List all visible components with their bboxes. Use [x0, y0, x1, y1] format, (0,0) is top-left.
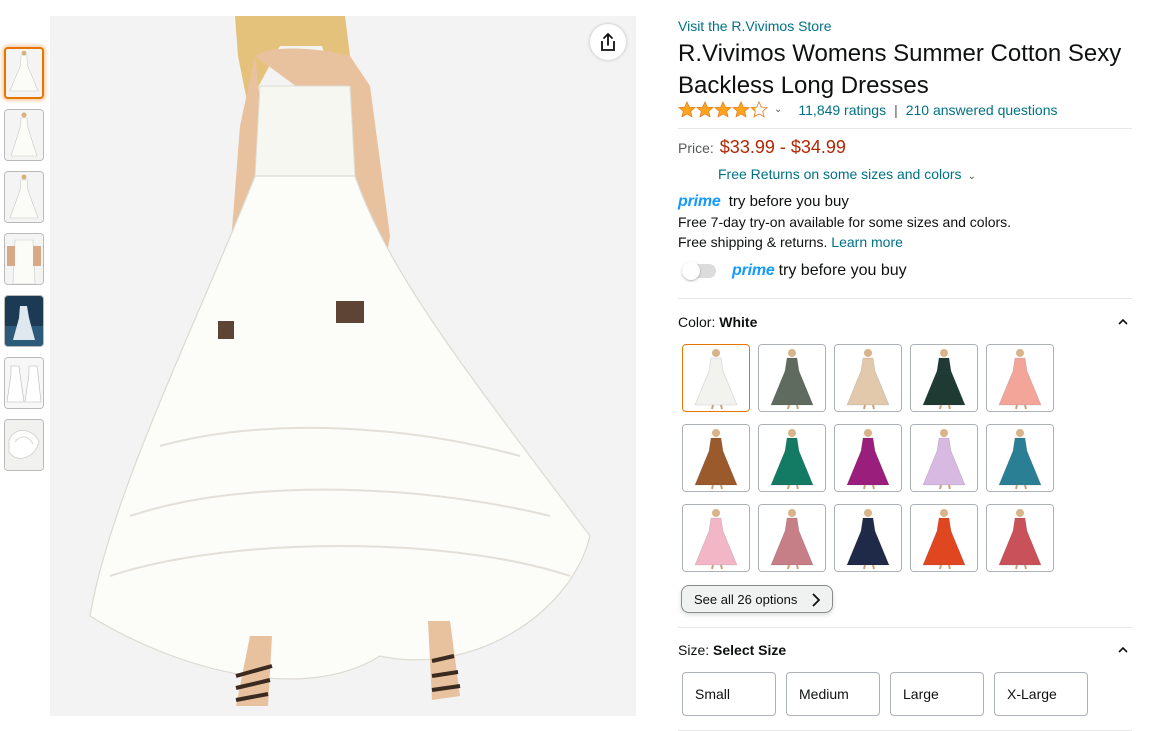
price-row: Price: $33.99 - $34.99 [678, 137, 846, 158]
separator: | [894, 101, 898, 118]
shipping-text: Free shipping & returns. Learn more [678, 234, 903, 250]
questions-link[interactable]: 210 answered questions [906, 102, 1058, 118]
color-label: Color: [678, 314, 716, 330]
color-heading: Color: White [678, 314, 757, 330]
color-swatch-coral-pink[interactable] [986, 344, 1054, 412]
share-button[interactable] [590, 24, 626, 60]
size-option-medium[interactable]: Medium [786, 672, 880, 716]
thumbnail-3[interactable] [4, 171, 44, 223]
star-empty-icon [750, 101, 768, 118]
thumbnail-strip [4, 47, 44, 481]
color-swatch-beige[interactable] [834, 344, 902, 412]
star-icon [678, 101, 696, 118]
color-swatch-white[interactable] [682, 344, 750, 412]
size-option-large[interactable]: Large [890, 672, 984, 716]
swatch-image [987, 345, 1053, 411]
color-swatch-dark-green[interactable] [910, 344, 978, 412]
swatch-image [987, 425, 1053, 491]
share-icon [601, 32, 615, 51]
see-all-options-button[interactable]: See all 26 options [681, 585, 833, 613]
toggle-knob [682, 262, 700, 280]
chevron-down-icon[interactable]: ⌄ [774, 104, 782, 115]
color-swatch-green[interactable] [758, 424, 826, 492]
color-swatch-lavender[interactable] [910, 424, 978, 492]
size-option-small[interactable]: Small [682, 672, 776, 716]
shipping-label: Free shipping & returns. [678, 234, 828, 250]
size-label: Size: [678, 642, 710, 658]
swatch-image [911, 505, 977, 571]
swatch-image [683, 505, 749, 571]
toggle-label: try before you buy [778, 262, 907, 279]
price-value: $33.99 - $34.99 [719, 137, 846, 157]
size-option-x-large[interactable]: X-Large [994, 672, 1088, 716]
chevron-right-icon [812, 593, 820, 607]
prime-toggle-row: prime try before you buy [682, 262, 907, 280]
see-all-label: See all 26 options [694, 591, 798, 607]
selected-size: Select Size [713, 642, 787, 658]
color-swatch-red-orange[interactable] [910, 504, 978, 572]
swatch-image [759, 345, 825, 411]
prime-logo: prime [678, 193, 721, 210]
divider [678, 298, 1132, 299]
star-icon [732, 101, 750, 118]
thumbnail-6[interactable] [4, 357, 44, 409]
collapse-icon[interactable] [1118, 645, 1128, 655]
prime-tagline: try before you buy [728, 193, 849, 210]
swatch-image [911, 345, 977, 411]
collapse-icon[interactable] [1118, 317, 1128, 327]
ratings-link[interactable]: 11,849 ratings [798, 102, 886, 118]
prime-heading: prime try before you buy [678, 193, 849, 211]
color-swatch-teal-blue[interactable] [986, 424, 1054, 492]
thumbnail-1[interactable] [4, 47, 44, 99]
color-swatch-grey-green[interactable] [758, 344, 826, 412]
learn-more-link[interactable]: Learn more [831, 234, 903, 250]
thumbnail-7[interactable] [4, 419, 44, 471]
swatch-image [835, 425, 901, 491]
swatch-image [835, 345, 901, 411]
selected-color: White [719, 314, 758, 330]
prime-try-toggle[interactable] [682, 262, 716, 280]
divider [678, 627, 1132, 628]
product-title: R.Vivimos Womens Summer Cotton Sexy Back… [678, 40, 1122, 99]
color-swatch-purple[interactable] [834, 424, 902, 492]
size-options: Small Medium Large X-Large [682, 672, 1098, 716]
color-swatch-rose-red[interactable] [986, 504, 1054, 572]
try-on-text: Free 7-day try-on available for some siz… [678, 214, 1012, 230]
store-link[interactable]: Visit the R.Vivimos Store [678, 18, 832, 34]
rating-row: ⌄ 11,849 ratings | 210 answered question… [678, 101, 1058, 118]
star-icon [696, 101, 714, 118]
color-swatch-brown[interactable] [682, 424, 750, 492]
star-rating[interactable] [678, 101, 768, 118]
divider [678, 128, 1132, 129]
color-swatch-navy[interactable] [834, 504, 902, 572]
swatch-image [987, 505, 1053, 571]
chevron-down-icon: ⌄ [967, 171, 976, 182]
thumbnail-5[interactable] [4, 295, 44, 347]
free-returns-link[interactable]: Free Returns on some sizes and colors ⌄ [718, 166, 976, 182]
free-returns-text: Free Returns on some sizes and colors [718, 166, 962, 182]
swatch-image [759, 425, 825, 491]
star-icon [714, 101, 732, 118]
swatch-image [835, 505, 901, 571]
swatch-image [683, 345, 749, 411]
color-swatch-pink[interactable] [682, 504, 750, 572]
swatch-image [759, 505, 825, 571]
thumbnail-4[interactable] [4, 233, 44, 285]
price-label: Price: [678, 140, 714, 156]
swatch-image [683, 425, 749, 491]
prime-logo: prime [732, 262, 775, 279]
color-swatch-floral-mauve[interactable] [758, 504, 826, 572]
main-product-image[interactable] [50, 16, 636, 716]
swatch-image [911, 425, 977, 491]
thumbnail-2[interactable] [4, 109, 44, 161]
size-heading: Size: Select Size [678, 642, 786, 658]
